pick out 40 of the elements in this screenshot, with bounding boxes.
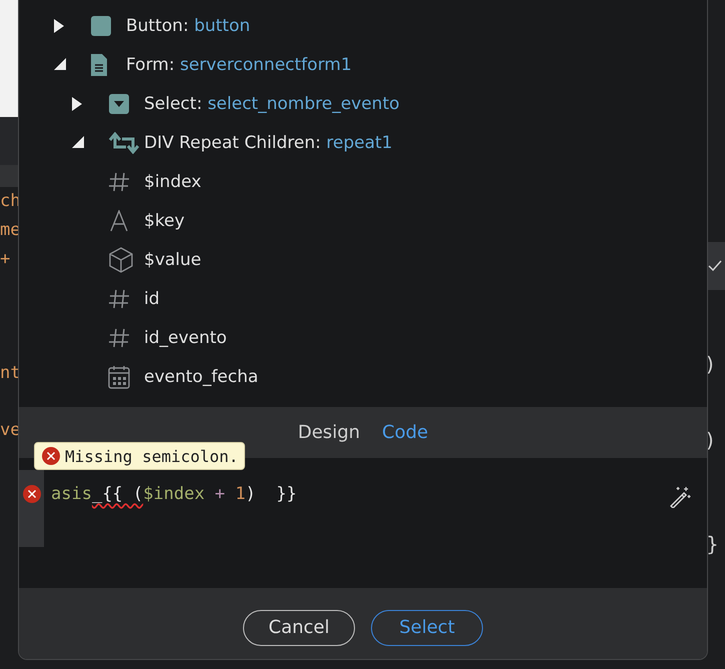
hash-icon <box>108 326 130 348</box>
cancel-button[interactable]: Cancel <box>243 610 355 646</box>
square-icon <box>90 14 112 36</box>
cube-icon <box>108 246 134 272</box>
error-icon <box>41 446 61 466</box>
tree-item[interactable]: $index <box>144 172 202 192</box>
tab[interactable]: Code <box>382 422 428 443</box>
code-fragment: } <box>706 532 719 556</box>
hash-icon <box>108 170 130 192</box>
document-icon <box>90 52 108 76</box>
tooltip-text: Missing semicolon. <box>65 446 238 466</box>
code-fragment: + <box>0 249 10 269</box>
tab[interactable]: Design <box>298 422 360 443</box>
tree-item[interactable]: id_evento <box>144 328 227 348</box>
tree-item[interactable]: Select: select_nombre_evento <box>144 94 400 114</box>
tree-item[interactable]: id <box>144 288 160 308</box>
code-fragment: ) <box>706 428 714 452</box>
tree-item[interactable]: $key <box>144 210 185 230</box>
tab-strip <box>0 165 18 187</box>
calendar-icon <box>108 364 130 388</box>
expanded-arrow-icon[interactable] <box>53 56 67 70</box>
expanded-arrow-icon[interactable] <box>71 134 85 148</box>
select-button[interactable]: Select <box>371 610 483 646</box>
code-line[interactable]: asis_{{ ($index + 1) }} <box>44 470 669 588</box>
tree-item[interactable]: $value <box>144 250 202 270</box>
magic-wand-icon[interactable] <box>669 486 691 508</box>
tree-item[interactable]: evento_fecha <box>144 366 258 386</box>
code-fragment: ) <box>706 352 714 376</box>
dropdown-icon <box>108 92 130 114</box>
tree-item[interactable]: Form: serverconnectform1 <box>126 54 352 74</box>
tree-item[interactable]: Button: button <box>126 16 250 36</box>
repeat-icon <box>108 132 140 154</box>
tree-item[interactable]: DIV Repeat Children: repeat1 <box>144 132 392 152</box>
letter-a-icon <box>108 210 130 232</box>
hash-icon <box>108 288 130 310</box>
error-icon <box>22 484 42 504</box>
collapsed-arrow-icon[interactable] <box>71 96 83 112</box>
check-icon[interactable] <box>708 260 722 272</box>
code-fragment: nt <box>0 363 20 383</box>
collapsed-arrow-icon[interactable] <box>53 18 65 34</box>
